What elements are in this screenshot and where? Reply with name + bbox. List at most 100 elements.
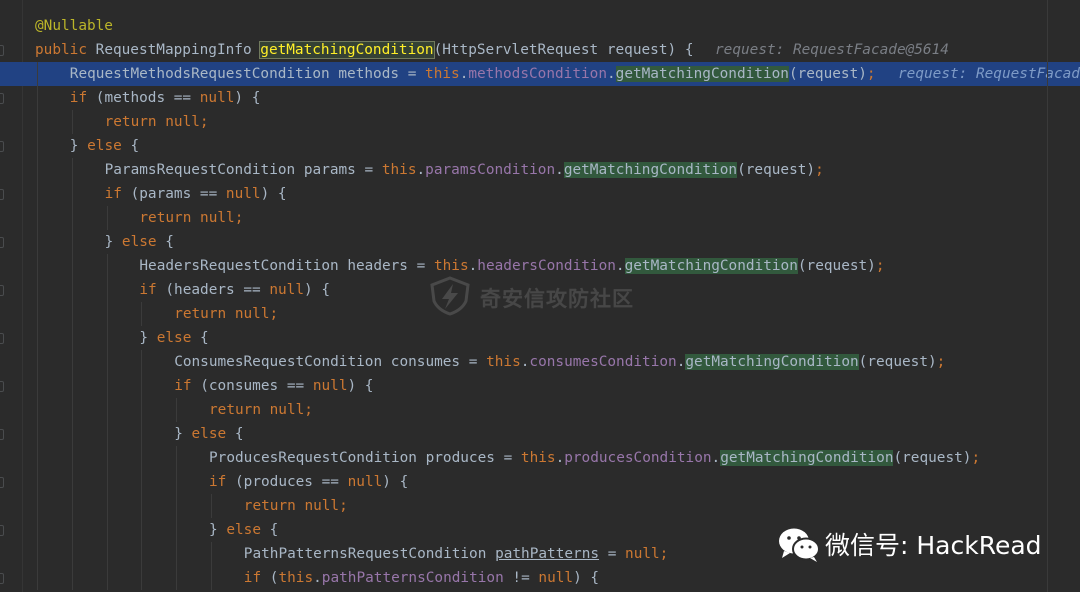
code-text: if (produces == null) {	[209, 470, 408, 494]
indent-guide	[37, 302, 38, 326]
code-token: {	[130, 138, 140, 154]
indent-guide	[176, 446, 178, 470]
code-token: }	[104, 234, 122, 250]
code-line[interactable]: return null;	[0, 110, 1080, 134]
code-token: else	[87, 138, 131, 154]
code-token: return null;	[139, 210, 244, 226]
code-token: (params ==	[130, 186, 226, 202]
current-code-line[interactable]: RequestMethodsRequestCondition methods =…	[0, 62, 1080, 86]
indent-guide	[71, 230, 73, 254]
code-line[interactable]: if (methods == null) {	[0, 86, 1080, 110]
code-token: {	[165, 234, 174, 250]
indent-guide	[71, 182, 73, 206]
indent-guide	[141, 542, 143, 566]
code-token: HeadersRequestCondition headers =	[139, 258, 434, 274]
indent-guide	[141, 374, 143, 398]
code-token: public	[35, 42, 96, 58]
code-token: else	[156, 330, 201, 346]
code-token: ;	[971, 450, 981, 466]
code-line[interactable]: if (consumes == null) {	[0, 374, 1080, 398]
code-text: ParamsRequestCondition params = this.par…	[105, 158, 824, 182]
code-line[interactable]: return null;	[0, 206, 1080, 230]
code-text: PathPatternsRequestCondition pathPattern…	[244, 542, 669, 566]
code-token: this	[381, 162, 417, 178]
code-text: } else {	[139, 326, 208, 350]
code-line[interactable]: if (produces == null) {	[0, 470, 1080, 494]
indent-guide	[37, 542, 38, 566]
code-line[interactable]: return null;	[0, 398, 1080, 422]
code-token: @Nullable	[35, 18, 113, 34]
indent-guide	[106, 278, 108, 302]
indent-guide	[71, 206, 73, 230]
code-text: if (consumes == null) {	[174, 374, 373, 398]
indent-guide	[106, 374, 108, 398]
code-token: return null;	[104, 114, 209, 130]
code-line[interactable]: public RequestMappingInfo getMatchingCon…	[0, 38, 1080, 62]
indent-guide	[37, 518, 38, 542]
code-line[interactable]: HeadersRequestCondition headers = this.h…	[0, 254, 1080, 278]
indent-guide	[106, 566, 108, 590]
code-line[interactable]: return null;	[0, 494, 1080, 518]
indent-guide	[106, 518, 108, 542]
code-line[interactable]: } else {	[0, 230, 1080, 254]
code-token: ) {	[234, 90, 261, 106]
code-token: (request)	[788, 66, 867, 82]
code-line[interactable]: } else {	[0, 422, 1080, 446]
indent-guide	[37, 350, 38, 374]
code-line[interactable]: ConsumesRequestCondition consumes = this…	[0, 350, 1080, 374]
code-line[interactable]: @Nullable	[0, 14, 1080, 38]
indent-guide	[106, 326, 108, 350]
indent-guide	[106, 350, 108, 374]
code-token: pathPatternsCondition	[321, 570, 504, 586]
wechat-account-label: 微信号: HackRead	[825, 531, 1042, 560]
debug-inline-value: request: RequestFacade@5614	[898, 66, 1080, 82]
indent-guide	[71, 350, 73, 374]
code-token: if	[174, 378, 201, 394]
code-line[interactable]: if (params == null) {	[0, 182, 1080, 206]
code-token: pathPatterns	[495, 546, 600, 562]
code-text: ConsumesRequestCondition consumes = this…	[174, 350, 945, 374]
code-token: return null;	[243, 498, 348, 514]
indent-guide	[37, 254, 38, 278]
code-token: ConsumesRequestCondition consumes =	[174, 354, 487, 370]
code-text: } else {	[105, 230, 174, 254]
indent-guide	[71, 518, 73, 542]
indent-guide	[71, 446, 73, 470]
method-usage-highlight: getMatchingCondition	[615, 66, 789, 82]
code-token: (request)	[893, 450, 972, 466]
indent-guide	[37, 62, 38, 86]
code-text: } else {	[70, 134, 139, 158]
code-token: ) {	[260, 186, 287, 202]
code-token: .	[468, 258, 478, 274]
code-line[interactable]: ProducesRequestCondition produces = this…	[0, 446, 1080, 470]
code-token: else	[226, 522, 270, 538]
code-token: ) {	[573, 570, 600, 586]
code-token: paramsCondition	[425, 162, 556, 178]
code-text: return null;	[244, 494, 348, 518]
indent-guide	[141, 302, 143, 326]
code-token: =	[599, 546, 626, 562]
code-token: ;	[866, 66, 876, 82]
code-token: .	[711, 450, 721, 466]
code-token: return null;	[209, 402, 313, 418]
indent-guide	[141, 446, 143, 470]
indent-guide	[211, 566, 212, 590]
indent-guide	[37, 470, 38, 494]
indent-guide	[106, 254, 108, 278]
indent-guide	[106, 494, 108, 518]
code-line[interactable]: } else {	[0, 326, 1080, 350]
code-line[interactable]: ParamsRequestCondition params = this.par…	[0, 158, 1080, 182]
code-line[interactable]: } else {	[0, 134, 1080, 158]
indent-guide	[176, 518, 178, 542]
method-usage-highlight: getMatchingCondition	[624, 258, 798, 274]
code-token: PathPatternsRequestCondition	[243, 546, 496, 562]
code-token: ;	[815, 162, 824, 178]
indent-guide	[71, 422, 73, 446]
indent-guide	[37, 278, 38, 302]
indent-guide	[106, 542, 108, 566]
indent-guide	[106, 422, 108, 446]
indent-guide	[71, 326, 73, 350]
indent-guide	[141, 398, 143, 422]
code-line[interactable]: if (this.pathPatternsCondition != null) …	[0, 566, 1080, 590]
code-token: (methods ==	[95, 90, 200, 106]
